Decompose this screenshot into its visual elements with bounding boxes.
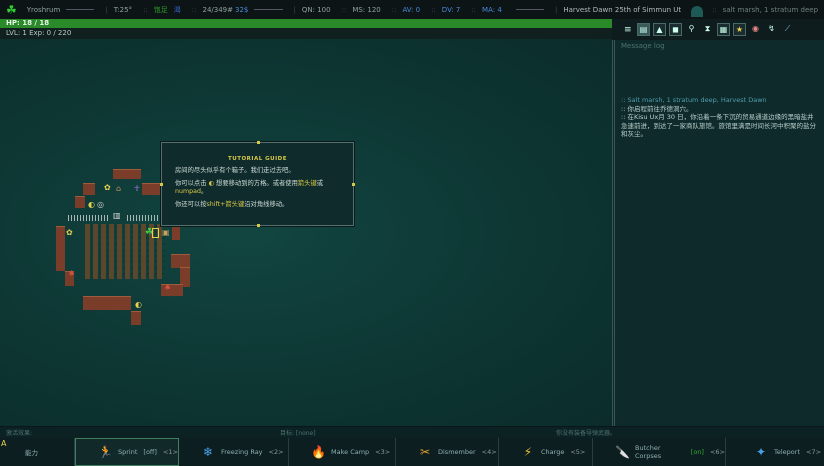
log-message: :: 你启程前往乔德洞穴。 <box>621 104 693 113</box>
sprint-icon: 🏃 <box>98 445 113 459</box>
active-effects: 激活效果: <box>6 430 33 437</box>
mental-armor: MA: 4 <box>482 5 502 14</box>
game-map[interactable]: ▥ ✿ ⌂ ☥ ◐ ◎ ✿ ☘ ▣ ♠ ♠ ◐ <box>0 39 612 426</box>
menu-icon[interactable]: ≡ <box>624 25 634 35</box>
inventory-lock-icon[interactable]: ▤ <box>637 23 650 36</box>
tutorial-line-2: 你可以点击 ◐ 想要移动到的方格。或者使用箭头键或 numpad。 <box>175 180 324 195</box>
compass-icon[interactable]: ◉ <box>749 23 762 36</box>
move-speed: MS: 120 <box>352 5 381 14</box>
level-exp: LVL: 1 Exp: 0 / 220 <box>0 28 612 39</box>
butcher-knife-icon: 🔪 <box>615 445 630 459</box>
ability-freezing-ray[interactable]: ❄ Freezing Ray <2> <box>179 438 289 466</box>
hunger-status: 饱足 <box>153 5 168 14</box>
mouse-icon: ◐ <box>208 180 215 187</box>
quickness: QN: 100 <box>301 5 331 14</box>
player-name: Yroshrum <box>26 5 61 14</box>
npc-icon[interactable]: ☥ <box>134 185 140 193</box>
teleport-icon: ✦ <box>755 445 767 459</box>
temperature: T:25° <box>113 5 133 14</box>
fire-icon[interactable]: ⟋ <box>781 23 794 36</box>
look-icon[interactable]: ⚲ <box>685 23 698 36</box>
location: salt marsh, 1 stratum deep <box>722 5 819 14</box>
herb-icon: ✿ <box>104 183 111 192</box>
toolbar: ≡ ▤ ▲ ◼ ⚲ ⧗ ▦ ★ ◉ ↯ ⟋ <box>612 19 824 40</box>
game-date: Harvest Dawn 25th of Simmun Ut <box>563 5 682 14</box>
tutorial-guide-popup: TUTORIAL GUIDE 房间的尽头似乎有个箱子。我们走过去吧。 你可以点击… <box>160 141 355 227</box>
character-icon[interactable]: ▲ <box>653 23 666 36</box>
food-icon: ◐ <box>88 200 95 209</box>
ability-bar: A 能力 🏃 Sprint [off] <1> ❄ Freezing Ray <2> 🔥 M… <box>0 438 824 466</box>
ability-charge[interactable]: ⚡ Charge <5> <box>499 438 593 466</box>
target-info: 目标: [none] <box>280 430 316 437</box>
abilities-label[interactable]: 能力 <box>0 438 75 466</box>
herb-icon: ✿ <box>66 228 73 237</box>
oven-icon: ⌂ <box>116 184 122 193</box>
armor-value: AV: 0 <box>402 5 421 14</box>
rest-icon[interactable]: ↯ <box>765 23 778 36</box>
ability-sprint[interactable]: 🏃 Sprint [off] <1> <box>75 438 179 466</box>
hp-bar: HP: 18 / 18 <box>0 19 612 28</box>
log-message: :: Salt marsh, 1 stratum deep, Harvest D… <box>621 96 767 104</box>
abilities-icon[interactable]: ★ <box>733 23 746 36</box>
ability-make-camp[interactable]: 🔥 Make Camp <3> <box>289 438 396 466</box>
charge-icon: ⚡ <box>523 445 533 459</box>
status-row: 激活效果: 目标: [none] 你没有装备导弹武器。 <box>0 427 824 438</box>
ability-hotkey: A <box>1 439 7 448</box>
map-icon[interactable]: ◼ <box>669 23 682 36</box>
message-log-panel[interactable]: Message log :: Salt marsh, 1 stratum dee… <box>612 40 824 426</box>
tutorial-line-1: 房间的尽头似乎有个箱子。我们走过去吧。 <box>175 167 295 174</box>
tutorial-line-3: 你还可以按shift+箭头键沿对角线移动。 <box>175 201 289 208</box>
barrel-icon: ◎ <box>97 200 104 209</box>
campfire-icon: 🔥 <box>311 445 326 459</box>
tutorial-title: TUTORIAL GUIDE <box>228 156 287 162</box>
door-icon[interactable]: ▥ <box>113 212 121 220</box>
message-log-title: Message log <box>621 42 665 50</box>
money: 32$ <box>235 5 249 14</box>
player-avatar-icon: ☘ <box>6 2 17 17</box>
missile-weapon-info: 你没有装备导弹武器。 <box>556 430 617 437</box>
dodge-value: DV: 7 <box>441 5 461 14</box>
weight: 24/349# <box>202 5 234 14</box>
chest-target-icon[interactable] <box>152 228 159 238</box>
top-status-bar: ☘ Yroshrum | T:25°:: 饱足 渴:: 24/349# 32$ … <box>0 0 824 19</box>
journal-icon[interactable]: ▦ <box>717 23 730 36</box>
freezing-ray-icon: ❄ <box>202 445 214 459</box>
log-message: :: 在Kisu Ux月 30 日，你沿着一条下沉的贸易通道边缘的黑暗盐井急速前… <box>621 113 816 138</box>
chest-icon[interactable]: ▣ <box>162 229 170 237</box>
mushroom-icon: ♠ <box>164 283 172 292</box>
food-icon: ◐ <box>135 300 142 309</box>
ability-butcher-corpses[interactable]: 🔪 Butcher Corpses [on] <6> <box>593 438 726 466</box>
wait-icon[interactable]: ⧗ <box>701 23 714 36</box>
ability-teleport[interactable]: ✦ Teleport <7> <box>726 438 824 466</box>
time-dial-icon <box>691 6 703 17</box>
ability-dismember[interactable]: ✂ Dismember <4> <box>396 438 499 466</box>
mushroom-icon: ♠ <box>68 269 76 278</box>
thirst-status: 渴 <box>173 5 181 14</box>
dismember-icon: ✂ <box>419 445 431 459</box>
